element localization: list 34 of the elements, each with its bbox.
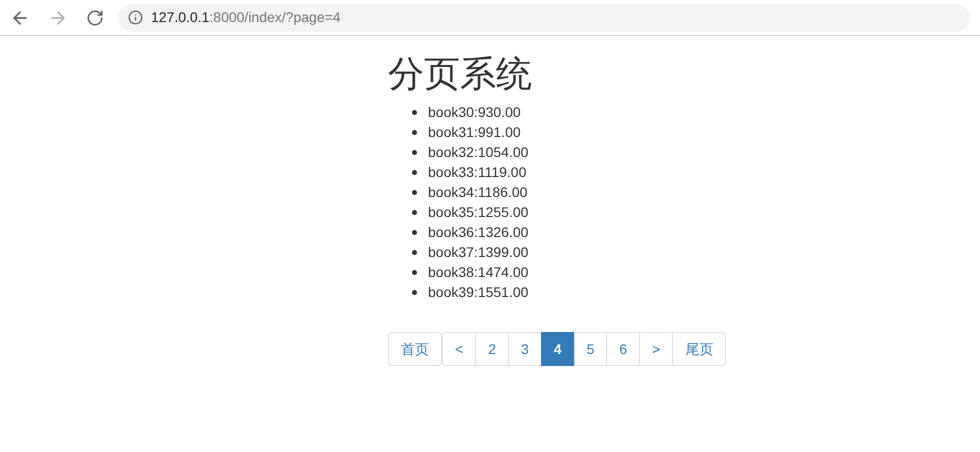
bullet-icon: [412, 290, 417, 294]
bullet-icon: [412, 110, 417, 114]
page-button[interactable]: >: [639, 332, 674, 366]
bullet-icon: [412, 210, 417, 214]
page-button[interactable]: 6: [606, 332, 640, 366]
book-item: book38:1474.00: [428, 262, 528, 282]
bullet-icon: [412, 270, 417, 274]
page-button[interactable]: 3: [508, 332, 542, 366]
bullet-icon: [412, 190, 417, 194]
bullet-icon: [412, 170, 417, 174]
book-item: book34:1186.00: [428, 182, 528, 202]
book-item: book32:1054.00: [428, 142, 528, 162]
book-item: book31:991.00: [428, 122, 521, 142]
book-item: book30:930.00: [428, 102, 521, 122]
reload-icon[interactable]: [86, 8, 104, 26]
book-item: book37:1399.00: [428, 242, 528, 262]
last-page-button[interactable]: 尾页: [672, 332, 726, 366]
bullet-icon: [412, 130, 417, 134]
page-button[interactable]: 2: [475, 332, 509, 366]
url-text: 127.0.0.1:8000/index/?page=4: [151, 8, 341, 27]
book-item: book39:1551.00: [428, 282, 528, 302]
book-item: book35:1255.00: [428, 202, 528, 222]
bullet-icon: [412, 230, 417, 234]
info-icon[interactable]: [128, 10, 143, 25]
bullet-icon: [412, 150, 417, 154]
address-bar[interactable]: 127.0.0.1:8000/index/?page=4: [118, 4, 970, 32]
page-title: 分页系统: [388, 52, 532, 96]
bullet-icon: [412, 250, 417, 254]
page-button[interactable]: 4: [540, 332, 575, 366]
page-button[interactable]: <: [442, 332, 476, 366]
first-page-button[interactable]: 首页: [388, 332, 442, 366]
page-button[interactable]: 5: [574, 332, 608, 366]
book-item: book36:1326.00: [428, 222, 528, 242]
book-item: book33:1119.00: [428, 162, 526, 182]
